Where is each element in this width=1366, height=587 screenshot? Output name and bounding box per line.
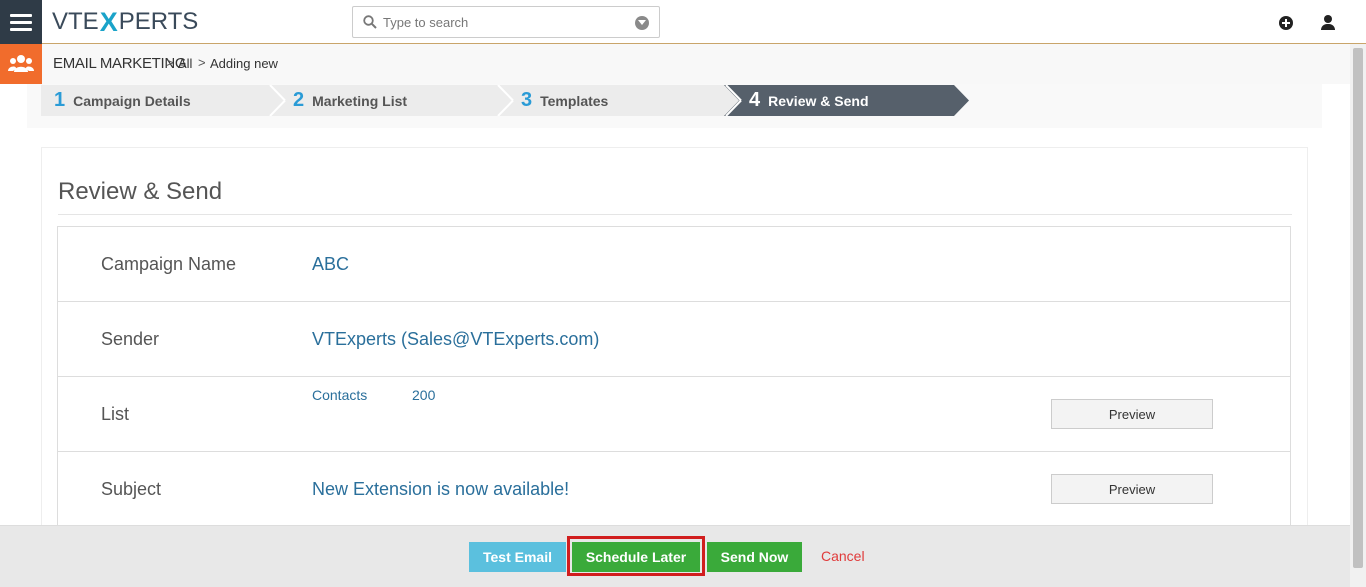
send-now-button[interactable]: Send Now	[707, 542, 802, 572]
global-search	[352, 6, 660, 38]
user-profile-icon[interactable]	[1321, 15, 1335, 31]
review-table: Campaign Name ABC Sender VTExperts (Sale…	[57, 226, 1291, 536]
table-row: Campaign Name ABC	[58, 227, 1290, 302]
step-review-send[interactable]: 4 Review & Send	[749, 85, 869, 116]
subject-value: New Extension is now available!	[312, 479, 570, 499]
campaign-name-value: ABC	[312, 254, 350, 274]
page: VTEXPERTS EMAIL MARKETING	[0, 0, 1366, 587]
list-preview-button[interactable]: Preview	[1051, 399, 1213, 429]
breadcrumb-all[interactable]: All	[178, 56, 192, 71]
sender-label: Sender	[101, 329, 160, 349]
step-marketing-list[interactable]: 2 Marketing List	[293, 85, 407, 116]
breadcrumb-separator: >	[166, 55, 174, 70]
breadcrumb-separator: >	[198, 55, 206, 70]
search-input[interactable]	[383, 12, 623, 32]
table-row: Sender VTExperts (Sales@VTExperts.com)	[58, 302, 1290, 377]
divider	[58, 214, 1292, 215]
sender-value: VTExperts (Sales@VTExperts.com)	[312, 329, 600, 349]
breadcrumb-current: Adding new	[210, 56, 278, 71]
scrollbar-thumb[interactable]	[1353, 48, 1363, 568]
top-bar: VTE X PERTS	[0, 0, 1366, 44]
page-title: Review & Send	[58, 178, 223, 205]
test-email-button[interactable]: Test Email	[469, 542, 566, 572]
schedule-later-button[interactable]: Schedule Later	[572, 542, 700, 572]
search-icon	[363, 15, 377, 29]
users-group-icon[interactable]	[0, 44, 42, 84]
list-count: 200	[412, 387, 436, 403]
quick-create-icon[interactable]	[1279, 16, 1293, 30]
table-row: List Contacts 200 Preview	[58, 377, 1290, 452]
list-name: Contacts	[312, 387, 368, 403]
campaign-name-label: Campaign Name	[101, 254, 237, 274]
subject-preview-button[interactable]: Preview	[1051, 474, 1213, 504]
search-options-icon[interactable]	[635, 16, 649, 30]
cancel-button[interactable]: Cancel	[821, 548, 865, 564]
step-campaign-details[interactable]: 1 Campaign Details	[54, 85, 191, 116]
table-row: Subject New Extension is now available! …	[58, 452, 1290, 527]
list-label: List	[101, 404, 130, 424]
menu-icon[interactable]	[0, 0, 42, 44]
breadcrumb: EMAIL MARKETING > All > Adding new	[0, 44, 1350, 84]
step-templates[interactable]: 3 Templates	[521, 85, 608, 116]
subject-label: Subject	[101, 479, 162, 499]
app-logo[interactable]: VTE X PERTS	[52, 7, 198, 37]
